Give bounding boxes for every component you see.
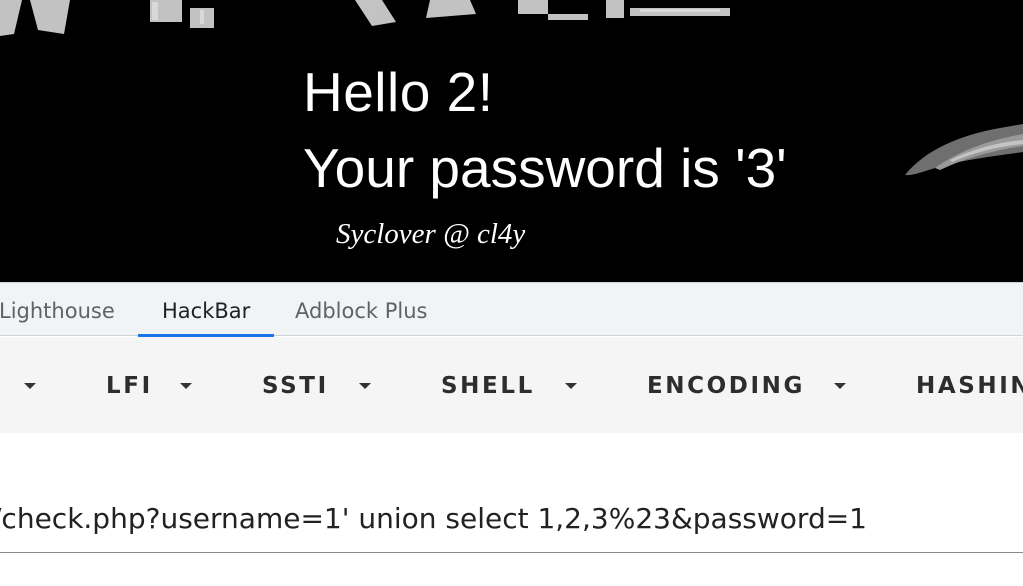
menu-encoding[interactable]: ENCODING [647,337,846,433]
menu-shell[interactable]: SHELL [441,337,577,433]
brush-stroke-icon [905,124,1023,176]
browser-window: Hello 2! Your password is '3' Syclover @… [0,0,1023,586]
menu-hashing[interactable]: HASHIN [916,337,1023,433]
url-input[interactable]: /check.php?username=1' union select 1,2,… [0,489,1023,553]
signature-text: Syclover @ cl4y [336,218,526,250]
menu-label: SHELL [441,373,535,399]
menu-label: ENCODING [647,373,805,399]
menu-label: HASHIN [916,373,1023,399]
password-message: Your password is '3' [303,137,787,199]
menu-ssti[interactable]: SSTI [262,337,371,433]
hackbar-menu-bar: LFI SSTI SHELL ENCODING HASHIN [0,337,1023,433]
caret-down-icon [24,383,36,389]
menu-lfi[interactable]: LFI [106,337,192,433]
caret-down-icon [359,383,371,389]
menu-label: SSTI [262,373,329,399]
tab-hackbar[interactable]: HackBar [138,283,275,337]
caret-down-icon [834,383,846,389]
tab-label: Lighthouse [0,299,115,323]
menu-label: LFI [106,373,153,399]
tab-label: HackBar [162,299,251,323]
tab-label: Adblock Plus [295,299,428,323]
caret-down-icon [565,383,577,389]
page-viewport: Hello 2! Your password is '3' Syclover @… [0,0,1023,282]
greeting-heading: Hello 2! [303,61,494,123]
caret-down-icon [180,383,192,389]
tab-adblock-plus[interactable]: Adblock Plus [295,283,427,336]
devtools-tab-bar: Lighthouse HackBar Adblock Plus [0,282,1023,337]
hackbar-url-area: /check.php?username=1' union select 1,2,… [0,433,1023,586]
tab-lighthouse[interactable]: Lighthouse [0,283,115,336]
menu-clipped-dropdown[interactable] [0,337,40,433]
